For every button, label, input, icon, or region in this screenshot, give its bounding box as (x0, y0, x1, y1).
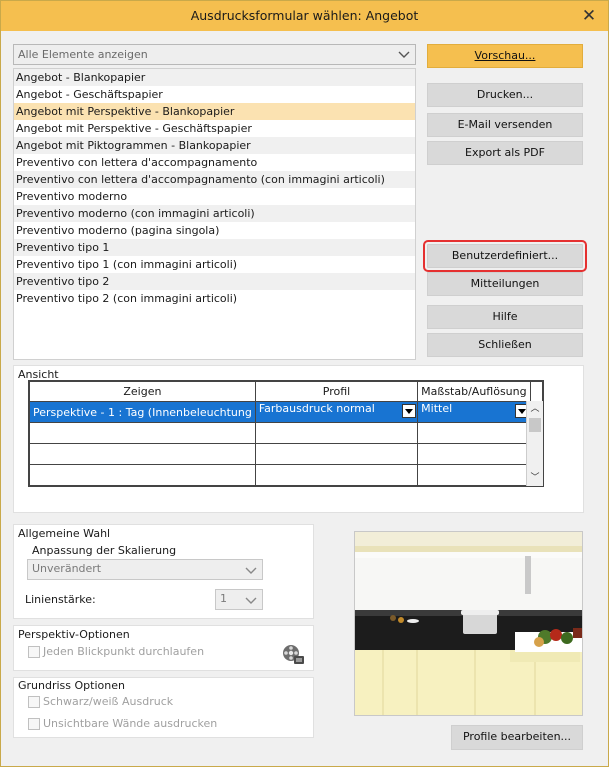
list-item[interactable]: Angebot mit Perspektive - Geschäftspapie… (14, 120, 415, 137)
table-row[interactable] (29, 422, 543, 444)
cell-empty[interactable] (29, 443, 256, 465)
scale-dropdown[interactable]: Mittel (421, 402, 529, 422)
filter-select[interactable]: Alle Elemente anzeigen (13, 44, 416, 65)
view-grid[interactable]: Zeigen Profil Maßstab/Auflösung Perspekt… (28, 380, 544, 487)
general-group-label: Allgemeine Wahl (18, 527, 111, 540)
messages-button[interactable]: Mitteilungen (427, 272, 583, 296)
scale-select[interactable]: Unverändert (27, 559, 263, 580)
custom-button-label: Benutzerdefiniert... (451, 249, 559, 262)
list-item[interactable]: Angebot - Geschäftspapier (14, 86, 415, 103)
list-item[interactable]: Preventivo tipo 1 (con immagini articoli… (14, 256, 415, 273)
profile-dropdown[interactable]: Farbausdruck normal (258, 402, 417, 422)
view-table: Zeigen Profil Maßstab/Auflösung Perspekt… (29, 381, 544, 486)
close-icon[interactable]: ✕ (578, 5, 600, 27)
preview-image (354, 531, 583, 716)
list-item[interactable]: Angebot - Blankopapier (14, 69, 415, 86)
cell-empty[interactable] (254, 464, 419, 486)
dropdown-arrow-icon[interactable] (402, 404, 417, 418)
cell-empty[interactable] (29, 422, 256, 444)
column-header-scale[interactable]: Maßstab/Auflösung (417, 381, 531, 402)
column-header-profile[interactable]: Profil (254, 381, 419, 402)
floorplan-group-label: Grundriss Optionen (18, 679, 125, 692)
title-bar[interactable]: Ausdrucksformular wählen: Angebot ✕ (1, 1, 608, 31)
list-item-selected[interactable]: Angebot mit Perspektive - Blankopapier (14, 103, 415, 120)
scale-dropdown-value: Mittel (421, 402, 453, 416)
list-item[interactable]: Angebot mit Piktogrammen - Blankopapier (14, 137, 415, 154)
perspective-group-label: Perspektiv-Optionen (18, 628, 130, 641)
scroll-up-icon[interactable]: ︿ (530, 404, 540, 414)
walk-viewpoints-label: Jeden Blickpunkt durchlaufen (43, 645, 205, 658)
list-item[interactable]: Preventivo tipo 2 (14, 273, 415, 290)
bw-print-checkbox[interactable] (28, 696, 40, 708)
chevron-down-icon (398, 51, 410, 58)
invisible-walls-checkbox[interactable] (28, 718, 40, 730)
email-button[interactable]: E-Mail versenden (427, 113, 583, 137)
cell-show[interactable]: Perspektive - 1 : Tag (Innenbeleuchtung (29, 401, 256, 423)
cell-empty[interactable] (254, 422, 419, 444)
help-button[interactable]: Hilfe (427, 305, 583, 329)
cell-empty[interactable] (29, 464, 256, 486)
preview-button-label: Vorschau... (474, 49, 536, 62)
chevron-down-icon (245, 597, 257, 604)
film-reel-icon[interactable] (281, 642, 305, 666)
window-title: Ausdrucksformular wählen: Angebot (190, 8, 419, 23)
table-row[interactable] (29, 464, 543, 486)
column-header-show[interactable]: Zeigen (29, 381, 256, 402)
grid-scrollbar[interactable]: ︿ ﹀ (526, 401, 543, 486)
line-width-select[interactable]: 1 (215, 589, 263, 610)
edit-profiles-button[interactable]: Profile bearbeiten... (451, 725, 583, 750)
print-button-label: Drucken... (476, 88, 534, 101)
table-row[interactable]: Perspektive - 1 : Tag (Innenbeleuchtung … (29, 401, 543, 423)
close-button-label: Schließen (478, 338, 532, 351)
scroll-down-icon[interactable]: ﹀ (530, 473, 540, 483)
cell-empty[interactable] (417, 443, 531, 465)
list-item[interactable]: Preventivo moderno (pagina singola) (14, 222, 415, 239)
cell-empty[interactable] (254, 443, 419, 465)
column-header-spacer (529, 381, 544, 402)
invisible-walls-label: Unsichtbare Wände ausdrucken (43, 717, 218, 730)
export-pdf-button-label: Export als PDF (465, 146, 545, 159)
preview-button[interactable]: Vorschau... (427, 44, 583, 68)
cell-profile[interactable]: Farbausdruck normal (254, 401, 419, 423)
cell-scale[interactable]: Mittel (417, 401, 531, 423)
line-width-label: Linienstärke: (25, 593, 96, 606)
list-item[interactable]: Preventivo moderno (con immagini articol… (14, 205, 415, 222)
walk-viewpoints-checkbox[interactable] (28, 646, 40, 658)
table-row[interactable] (29, 443, 543, 465)
form-list[interactable]: Angebot - Blankopapier Angebot - Geschäf… (13, 68, 416, 360)
messages-button-label: Mitteilungen (470, 277, 540, 290)
scale-select-value: Unverändert (32, 562, 102, 575)
email-button-label: E-Mail versenden (457, 118, 553, 131)
cell-empty[interactable] (417, 422, 531, 444)
print-button[interactable]: Drucken... (427, 83, 583, 107)
chevron-down-icon (245, 567, 257, 574)
custom-button[interactable]: Benutzerdefiniert... (423, 240, 587, 272)
cell-empty[interactable] (417, 464, 531, 486)
list-item[interactable]: Preventivo tipo 1 (14, 239, 415, 256)
bw-print-label: Schwarz/weiß Ausdruck (43, 695, 174, 708)
list-item[interactable]: Preventivo con lettera d'accompagnamento… (14, 171, 415, 188)
close-button[interactable]: Schließen (427, 333, 583, 357)
filter-select-value: Alle Elemente anzeigen (18, 48, 148, 61)
list-item[interactable]: Preventivo moderno (14, 188, 415, 205)
list-item[interactable]: Preventivo con lettera d'accompagnamento (14, 154, 415, 171)
export-pdf-button[interactable]: Export als PDF (427, 141, 583, 165)
scrollbar-thumb[interactable] (529, 418, 541, 432)
scale-label: Anpassung der Skalierung (32, 544, 177, 557)
kitchen-preview-illustration (355, 532, 582, 715)
profile-dropdown-value: Farbausdruck normal (258, 402, 375, 416)
list-item[interactable]: Preventivo tipo 2 (con immagini articoli… (14, 290, 415, 307)
edit-profiles-button-label: Profile bearbeiten... (462, 730, 572, 743)
line-width-value: 1 (220, 592, 227, 605)
help-button-label: Hilfe (492, 310, 518, 323)
dialog-window: Ausdrucksformular wählen: Angebot ✕ Alle… (0, 0, 609, 767)
